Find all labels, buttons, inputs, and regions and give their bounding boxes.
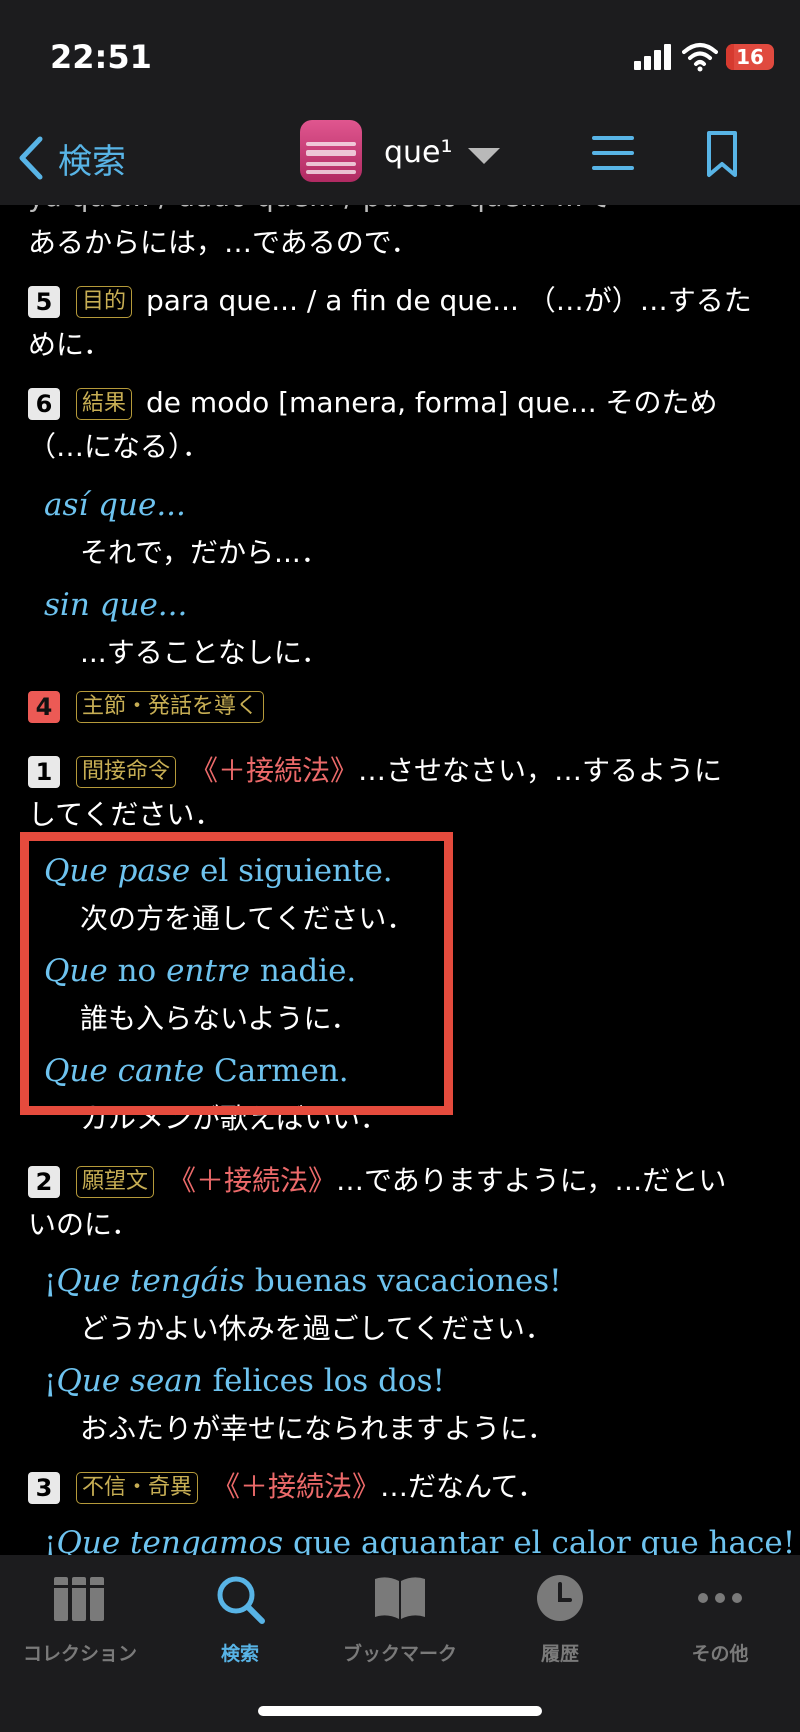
example-translation: ...することなしに． <box>80 636 330 669</box>
book-icon <box>375 1577 425 1619</box>
sense-6: 6 結果 de modo [manera, forma] que... そのため <box>28 381 718 421</box>
search-icon <box>217 1576 265 1624</box>
example-translation: おふたりが幸せになられますように． <box>80 1412 556 1445</box>
sense-2: 2 願望文 《＋接続法》…でありますように，…だとい <box>28 1159 726 1199</box>
example-phrase[interactable]: sin que... <box>44 587 187 623</box>
entry-content: ya que... / dado que... / puesto que... … <box>0 205 800 1555</box>
example-translation: どうかよい休みを過ごしてください． <box>80 1312 553 1345</box>
menu-icon[interactable] <box>592 136 634 170</box>
dropdown-caret-icon[interactable] <box>468 148 500 164</box>
books-icon <box>54 1577 104 1621</box>
back-label: 検索 <box>58 141 126 182</box>
sense-5: 5 目的 para que... / a fin de que... （…が）…する… <box>28 279 752 319</box>
tab-more[interactable]: その他 <box>640 1555 800 1685</box>
tab-search[interactable]: 検索 <box>160 1555 320 1685</box>
section-4: 4 主節・発話を導く <box>28 689 278 723</box>
status-time: 22:51 <box>50 38 152 76</box>
tab-bookmark[interactable]: ブックマーク <box>320 1555 480 1685</box>
example-sentence[interactable]: ¡Que tengamos que aguantar el calor que … <box>44 1525 795 1555</box>
entry-text: あるからには，…であるので． <box>28 226 419 259</box>
back-button[interactable]: 検索 <box>18 128 126 188</box>
highlight-box <box>20 832 453 1115</box>
battery-level: 16 <box>736 45 764 69</box>
sense-1: 1 間接命令 《＋接続法》…させなさい，…するように <box>28 749 722 789</box>
status-bar: 22:51 16 <box>0 0 800 110</box>
home-indicator <box>258 1706 542 1716</box>
more-icon <box>698 1593 742 1603</box>
tab-history[interactable]: 履歴 <box>480 1555 640 1685</box>
dictionary-app-icon <box>300 120 362 182</box>
example-sentence[interactable]: ¡Que sean felices los dos! <box>44 1363 445 1399</box>
tab-collection[interactable]: コレクション <box>0 1555 160 1685</box>
entry-title[interactable]: que¹ <box>384 135 453 170</box>
chevron-left-icon <box>19 136 43 180</box>
example-sentence[interactable]: ¡Que tengáis buenas vacaciones! <box>44 1263 562 1299</box>
clock-icon <box>537 1575 583 1621</box>
signal-icon <box>634 44 672 70</box>
battery-icon: 16 <box>726 44 774 70</box>
example-translation: それで，だから...． <box>80 536 329 569</box>
example-phrase[interactable]: así que... <box>44 487 186 523</box>
sense-3: 3 不信・奇異 《＋接続法》…だなんて． <box>28 1465 545 1505</box>
partial-line: ya que... / dado que... / puesto que... … <box>28 205 611 215</box>
bookmark-icon[interactable] <box>706 130 738 178</box>
wifi-icon <box>682 43 718 72</box>
navigation-bar: 検索 que¹ <box>0 110 800 205</box>
